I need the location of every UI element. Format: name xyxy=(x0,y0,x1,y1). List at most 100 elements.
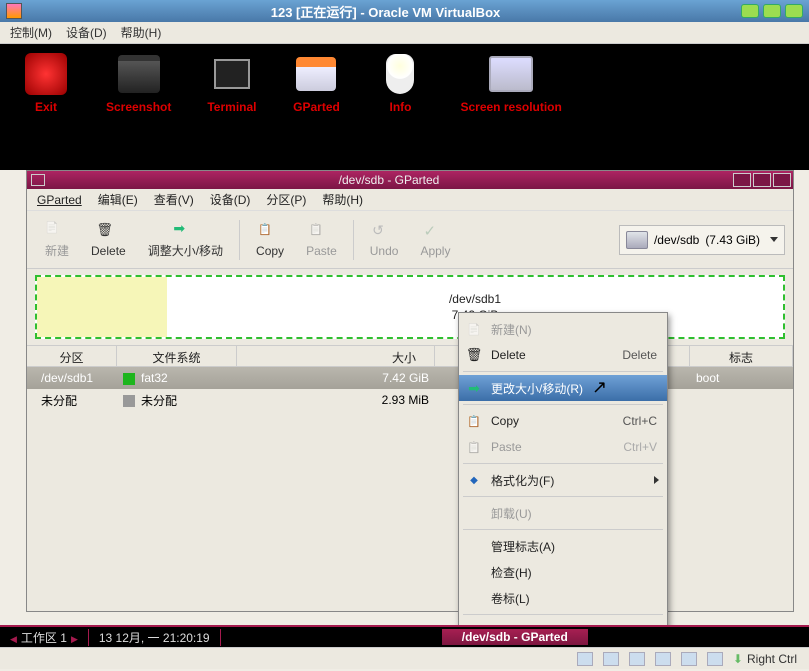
workspace-switcher[interactable]: 工作区 1 xyxy=(0,629,89,646)
ctx-paste: PasteCtrl+V xyxy=(459,434,667,460)
vbox-menu-control[interactable]: 控制(M) xyxy=(10,24,52,41)
col-flags[interactable]: 标志 xyxy=(690,346,793,366)
device-chooser[interactable]: /dev/sdb (7.43 GiB) xyxy=(619,225,785,255)
ctx-check[interactable]: 检查(H) xyxy=(459,559,667,585)
ctx-flags[interactable]: 管理标志(A) xyxy=(459,533,667,559)
sb-mouse-icon[interactable] xyxy=(707,652,723,666)
blank-icon xyxy=(465,538,483,554)
ctx-copy[interactable]: Copy Ctrl+C xyxy=(459,408,667,434)
clock-label: 13 12月, 一 21:20:19 xyxy=(99,631,210,645)
ctx-delete[interactable]: DeleteDelete xyxy=(459,342,667,368)
vbox-menu-help[interactable]: 帮助(H) xyxy=(121,24,162,41)
gparted-maximize-button[interactable] xyxy=(753,173,771,187)
table-row[interactable]: /dev/sdb1fat327.42 GiB53boot xyxy=(27,367,793,389)
tb-delete[interactable]: Delete xyxy=(81,218,136,262)
launcher-label: Screenshot xyxy=(106,100,171,114)
ctx-shortcut: Ctrl+C xyxy=(623,414,657,428)
sb-shared-icon[interactable] xyxy=(681,652,697,666)
launcher-label: Exit xyxy=(35,100,57,114)
fs-color-swatch xyxy=(123,395,135,407)
launcher-gparted[interactable]: GParted xyxy=(292,52,340,162)
ctx-label: 检查(H) xyxy=(491,564,532,581)
delete-icon xyxy=(465,347,483,363)
ctx-label: 管理标志(A) xyxy=(491,538,555,555)
paste-icon xyxy=(309,222,333,242)
ctx-label: 卸载(U) xyxy=(491,505,532,522)
ctx-format[interactable]: 格式化为(F) xyxy=(459,467,667,493)
ctx-label: Copy xyxy=(491,414,519,428)
tb-label: Paste xyxy=(306,244,337,258)
vbox-maximize-button[interactable] xyxy=(763,4,781,18)
menu-partition[interactable]: 分区(P) xyxy=(266,191,306,208)
cell-fs: 未分配 xyxy=(117,392,237,409)
tb-label: Copy xyxy=(256,244,284,258)
host-key-label: Right Ctrl xyxy=(747,652,797,666)
format-icon xyxy=(465,472,483,488)
clock[interactable]: 13 12月, 一 21:20:19 xyxy=(89,629,221,646)
vbox-window-title: 123 [正在运行] - Oracle VM VirtualBox xyxy=(30,2,741,21)
sb-net-icon[interactable] xyxy=(629,652,645,666)
taskbar-task-gparted[interactable]: /dev/sdb - GParted xyxy=(442,629,588,645)
monitor-icon xyxy=(489,56,533,92)
partition-graphic[interactable]: /dev/sdb1 7.42 GiB xyxy=(35,275,785,339)
vbox-titlebar[interactable]: 123 [正在运行] - Oracle VM VirtualBox xyxy=(0,0,809,22)
paste-icon xyxy=(465,439,483,455)
toolbar-separator xyxy=(353,220,354,260)
gparted-minimize-button[interactable] xyxy=(733,173,751,187)
ctx-unmount: 卸载(U) xyxy=(459,500,667,526)
launcher-info[interactable]: Info xyxy=(376,52,424,162)
tb-label: Apply xyxy=(420,244,450,258)
tb-copy[interactable]: Copy xyxy=(246,218,294,262)
sb-usb-icon[interactable] xyxy=(655,652,671,666)
window-menu-icon[interactable] xyxy=(31,174,45,186)
ctx-shortcut: Ctrl+V xyxy=(623,440,657,454)
sb-cd-icon[interactable] xyxy=(603,652,619,666)
menu-separator xyxy=(463,463,663,464)
launcher-exit[interactable]: Exit xyxy=(22,52,70,162)
hdd-icon xyxy=(626,231,648,249)
blank-icon xyxy=(465,505,483,521)
workspace-label: 工作区 1 xyxy=(21,631,67,645)
sb-hdd-icon[interactable] xyxy=(577,652,593,666)
gparted-close-button[interactable] xyxy=(773,173,791,187)
tb-resize[interactable]: 调整大小/移动 xyxy=(138,216,233,263)
menu-device[interactable]: 设备(D) xyxy=(210,191,251,208)
toolbar-separator xyxy=(239,220,240,260)
tb-undo: Undo xyxy=(360,218,409,262)
launcher-screenres[interactable]: Screen resolution xyxy=(460,52,561,162)
hdd-icon xyxy=(296,57,336,91)
menu-separator xyxy=(463,614,663,615)
col-partition[interactable]: 分区 xyxy=(27,346,117,366)
ctx-label[interactable]: 卷标(L) xyxy=(459,585,667,611)
menu-help[interactable]: 帮助(H) xyxy=(322,191,363,208)
down-arrow-icon: ⬇ xyxy=(733,652,743,666)
vbox-menu-devices[interactable]: 设备(D) xyxy=(66,24,107,41)
launcher-terminal[interactable]: Terminal xyxy=(207,52,256,162)
ctx-label: 格式化为(F) xyxy=(491,472,554,489)
menu-edit[interactable]: 编辑(E) xyxy=(98,191,138,208)
launcher-label: Terminal xyxy=(207,100,256,114)
col-size[interactable]: 大小 xyxy=(237,346,435,366)
table-row[interactable]: 未分配未分配2.93 MiB xyxy=(27,389,793,411)
menu-view[interactable]: 查看(V) xyxy=(154,191,194,208)
ctx-label: Delete xyxy=(491,348,526,362)
cell-size: 2.93 MiB xyxy=(237,393,435,407)
tb-label: 调整大小/移动 xyxy=(148,242,223,259)
vbox-close-button[interactable] xyxy=(785,4,803,18)
ctx-resize[interactable]: 更改大小/移动(R) xyxy=(459,375,667,401)
new-icon xyxy=(45,220,69,240)
launcher-screenshot[interactable]: Screenshot xyxy=(106,52,171,162)
chevron-down-icon xyxy=(770,237,778,242)
camera-icon xyxy=(118,55,160,93)
gparted-menubar: GParted 编辑(E) 查看(V) 设备(D) 分区(P) 帮助(H) xyxy=(27,189,793,211)
tb-label: 新建 xyxy=(45,242,69,259)
ctx-label: 更改大小/移动(R) xyxy=(491,380,583,397)
vbox-minimize-button[interactable] xyxy=(741,4,759,18)
menu-gparted[interactable]: GParted xyxy=(37,193,82,207)
task-label: /dev/sdb - GParted xyxy=(462,630,568,644)
col-filesystem[interactable]: 文件系统 xyxy=(117,346,237,366)
resize-icon xyxy=(173,220,197,240)
gparted-titlebar[interactable]: /dev/sdb - GParted xyxy=(27,171,793,189)
vbox-logo-icon xyxy=(6,3,22,19)
gparted-toolbar: 新建 Delete 调整大小/移动 Copy Paste Undo Apply … xyxy=(27,211,793,269)
